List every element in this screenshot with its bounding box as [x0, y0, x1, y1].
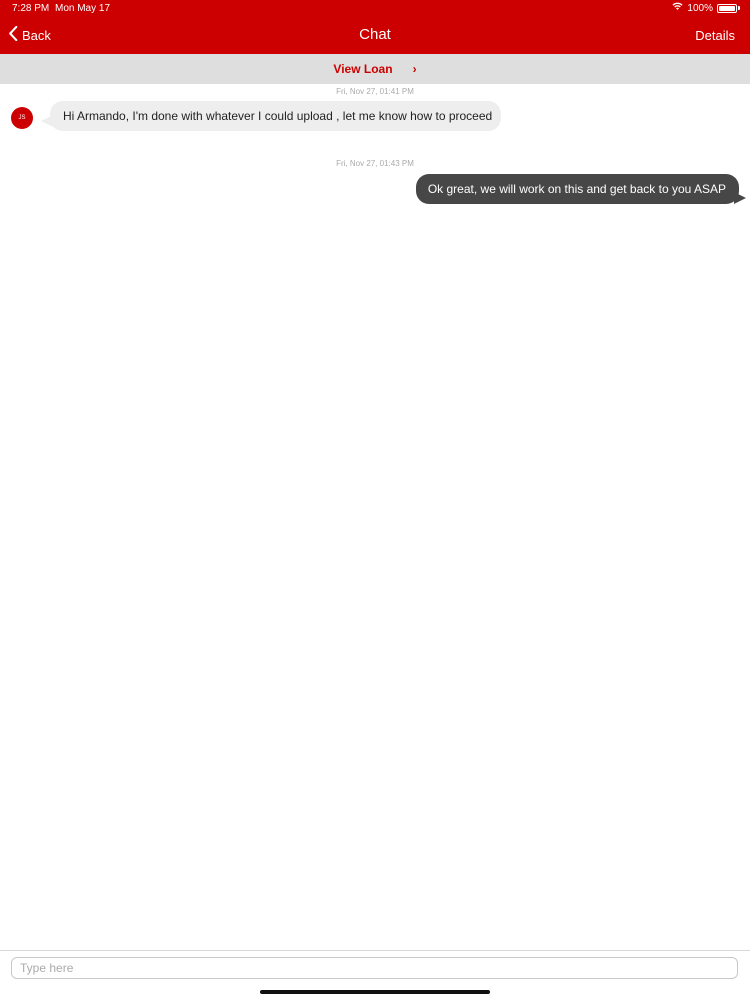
wifi-icon [672, 2, 683, 14]
incoming-message-bubble: Hi Armando, I'm done with whatever I cou… [50, 101, 502, 131]
view-loan-label: View Loan [333, 62, 393, 76]
header-bar: 7:28 PM Mon May 17 100% Back Chat Detail… [0, 0, 750, 54]
home-indicator [260, 990, 490, 994]
outgoing-message-text: Ok great, we will work on this and get b… [427, 182, 726, 196]
status-indicators: 100% [672, 2, 740, 14]
outgoing-message-bubble: Ok great, we will work on this and get b… [415, 174, 739, 204]
battery-percent: 100% [687, 2, 713, 14]
message-timestamp: Fri, Nov 27, 01:43 PM [336, 159, 414, 168]
chevron-right-icon: › [412, 62, 417, 76]
details-button[interactable]: Details [695, 28, 735, 43]
message-timestamp: Fri, Nov 27, 01:41 PM [336, 87, 414, 96]
status-time: 7:28 PM [12, 3, 50, 14]
status-date: Mon May 17 [55, 3, 111, 14]
view-loan-button[interactable]: View Loan › [0, 54, 750, 84]
battery-icon [717, 3, 737, 13]
message-input[interactable] [11, 957, 738, 979]
page-title: Chat [359, 26, 391, 43]
chat-screen: 7:28 PM Mon May 17 100% Back Chat Detail… [0, 0, 750, 1000]
battery-tip [738, 6, 740, 10]
battery-fill [719, 5, 735, 11]
incoming-message-text: Hi Armando, I'm done with whatever I cou… [63, 109, 493, 123]
avatar: JS [11, 107, 33, 129]
